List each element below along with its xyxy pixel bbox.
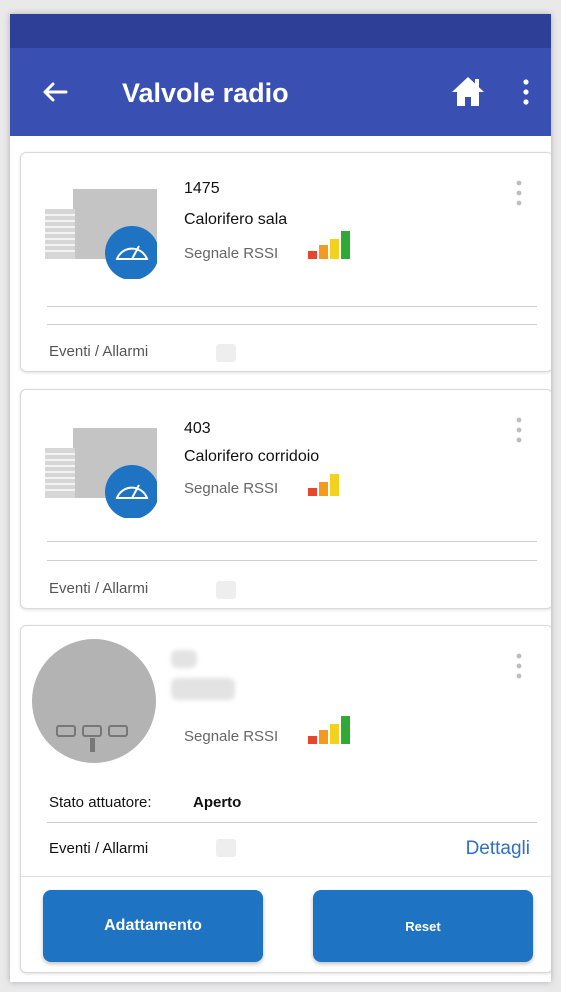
overflow-menu-icon[interactable] (520, 77, 532, 107)
page-title: Valvole radio (122, 78, 289, 108)
rssi-label: Segnale RSSI (184, 480, 279, 497)
thermostat-head-icon (32, 639, 156, 763)
events-alarms-label[interactable]: Eventi / Allarmi (49, 343, 148, 360)
adaptation-button[interactable]: Adattamento (43, 890, 263, 962)
events-alarms-label[interactable]: Eventi / Allarmi (49, 840, 148, 857)
events-indicator (216, 581, 236, 599)
divider (47, 822, 537, 823)
back-arrow-icon[interactable] (38, 75, 72, 109)
divider (47, 560, 537, 561)
divider (47, 324, 537, 325)
valve-card[interactable]: 403 Calorifero corridoio Segnale RSSI Ev… (20, 389, 551, 609)
card-overflow-icon[interactable] (514, 652, 524, 682)
valve-name: Calorifero corridoio (184, 448, 320, 465)
status-bar (10, 14, 551, 48)
signal-strength-icon (308, 231, 350, 259)
events-indicator (216, 344, 236, 362)
card-overflow-icon[interactable] (514, 179, 524, 209)
divider (21, 876, 551, 877)
reset-button[interactable]: Reset (313, 890, 533, 962)
rssi-label: Segnale RSSI (184, 728, 279, 745)
valve-name-blurred (171, 678, 235, 700)
actuator-state-label: Stato attuatore: (49, 794, 152, 811)
app-bar: Valvole radio (10, 48, 551, 136)
rssi-label: Segnale RSSI (184, 245, 279, 262)
signal-strength-icon (308, 474, 339, 496)
card-overflow-icon[interactable] (514, 416, 524, 446)
signal-strength-icon (308, 716, 350, 744)
divider (47, 306, 537, 307)
details-link[interactable]: Dettagli (466, 838, 530, 860)
valve-card[interactable]: 1475 Calorifero sala Segnale RSSI Eventi… (20, 152, 551, 372)
radiator-valve-icon (45, 189, 157, 279)
events-alarms-label[interactable]: Eventi / Allarmi (49, 580, 148, 597)
actuator-state-value: Aperto (193, 794, 242, 811)
home-icon[interactable] (450, 73, 486, 109)
valve-name: Calorifero sala (184, 211, 288, 228)
app-screen: Valvole radio 1475 Calorifero sala Segna… (10, 14, 551, 982)
valve-id: 403 (184, 420, 211, 437)
valve-id-blurred (171, 650, 197, 668)
events-indicator (216, 839, 236, 857)
valve-id: 1475 (184, 180, 220, 197)
divider (47, 541, 537, 542)
radiator-valve-icon (45, 428, 157, 518)
